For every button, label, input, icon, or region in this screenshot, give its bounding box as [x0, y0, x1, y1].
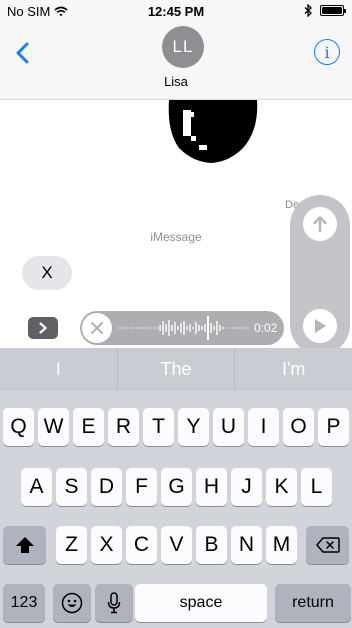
key-m[interactable]: M [266, 526, 297, 564]
delete-icon [315, 537, 340, 553]
send-audio-button[interactable] [303, 207, 337, 241]
key-t[interactable]: T [143, 408, 174, 446]
sticker-image[interactable] [165, 100, 261, 164]
key-k[interactable]: K [266, 468, 297, 506]
emoji-key[interactable] [53, 584, 91, 622]
arrow-up-icon [313, 216, 327, 233]
key-u[interactable]: U [213, 408, 244, 446]
audio-message-pill: 0:02 [80, 311, 284, 345]
key-e[interactable]: E [73, 408, 104, 446]
apps-button[interactable] [28, 317, 58, 339]
emoji-icon [61, 592, 83, 614]
key-y[interactable]: Y [178, 408, 209, 446]
info-icon: i [324, 42, 330, 62]
key-b[interactable]: B [196, 526, 227, 564]
status-time: 12:45 PM [147, 4, 205, 19]
key-d[interactable]: D [91, 468, 122, 506]
prediction-1[interactable]: I [0, 348, 117, 391]
key-f[interactable]: F [126, 468, 157, 506]
back-button[interactable] [16, 38, 36, 68]
key-i[interactable]: I [248, 408, 279, 446]
numbers-key[interactable]: 123 [3, 584, 45, 622]
battery-icon [320, 5, 346, 16]
play-audio-button[interactable] [303, 309, 337, 343]
keyboard: I The I'm Q W E R T Y U I O P A S D F G … [0, 348, 352, 628]
key-w[interactable]: W [38, 408, 69, 446]
status-bar: No SIM 12:45 PM [0, 0, 352, 22]
received-message-bubble[interactable]: X [22, 256, 72, 290]
key-h[interactable]: H [196, 468, 227, 506]
key-j[interactable]: J [231, 468, 262, 506]
conversation-area[interactable]: De iMessage X 0:02 [0, 100, 352, 348]
message-text: X [41, 263, 53, 282]
prediction-2[interactable]: The [118, 348, 235, 391]
avatar[interactable]: LL [162, 26, 204, 68]
dictation-key[interactable] [95, 584, 133, 622]
key-z[interactable]: Z [56, 526, 87, 564]
conversation-header: LL Lisa i [0, 22, 352, 100]
info-button[interactable]: i [314, 39, 340, 65]
battery-level [322, 7, 342, 14]
delete-key[interactable] [306, 526, 349, 564]
key-a[interactable]: A [21, 468, 52, 506]
chevron-right-icon [39, 322, 47, 334]
close-icon [91, 322, 103, 334]
shift-key[interactable] [3, 526, 46, 564]
key-x[interactable]: X [91, 526, 122, 564]
key-c[interactable]: C [126, 526, 157, 564]
key-n[interactable]: N [231, 526, 262, 564]
microphone-icon [107, 592, 121, 614]
play-icon [315, 319, 326, 333]
cancel-audio-button[interactable] [82, 313, 112, 343]
return-key[interactable]: return [275, 584, 351, 622]
space-key[interactable]: space [135, 584, 267, 622]
bluetooth-icon [304, 4, 312, 17]
key-o[interactable]: O [283, 408, 314, 446]
key-l[interactable]: L [301, 468, 332, 506]
key-p[interactable]: P [318, 408, 349, 446]
key-r[interactable]: R [108, 408, 139, 446]
status-right [304, 4, 346, 17]
audio-duration: 0:02 [254, 321, 278, 335]
audio-record-panel [290, 195, 350, 348]
chevron-left-icon [16, 42, 29, 64]
predictive-bar: I The I'm [0, 348, 352, 391]
key-s[interactable]: S [56, 468, 87, 506]
shift-icon [15, 537, 34, 553]
key-v[interactable]: V [161, 526, 192, 564]
audio-waveform[interactable] [118, 315, 250, 341]
key-g[interactable]: G [161, 468, 192, 506]
contact-name[interactable]: Lisa [0, 74, 352, 89]
key-q[interactable]: Q [3, 408, 34, 446]
prediction-3[interactable]: I'm [235, 348, 352, 391]
